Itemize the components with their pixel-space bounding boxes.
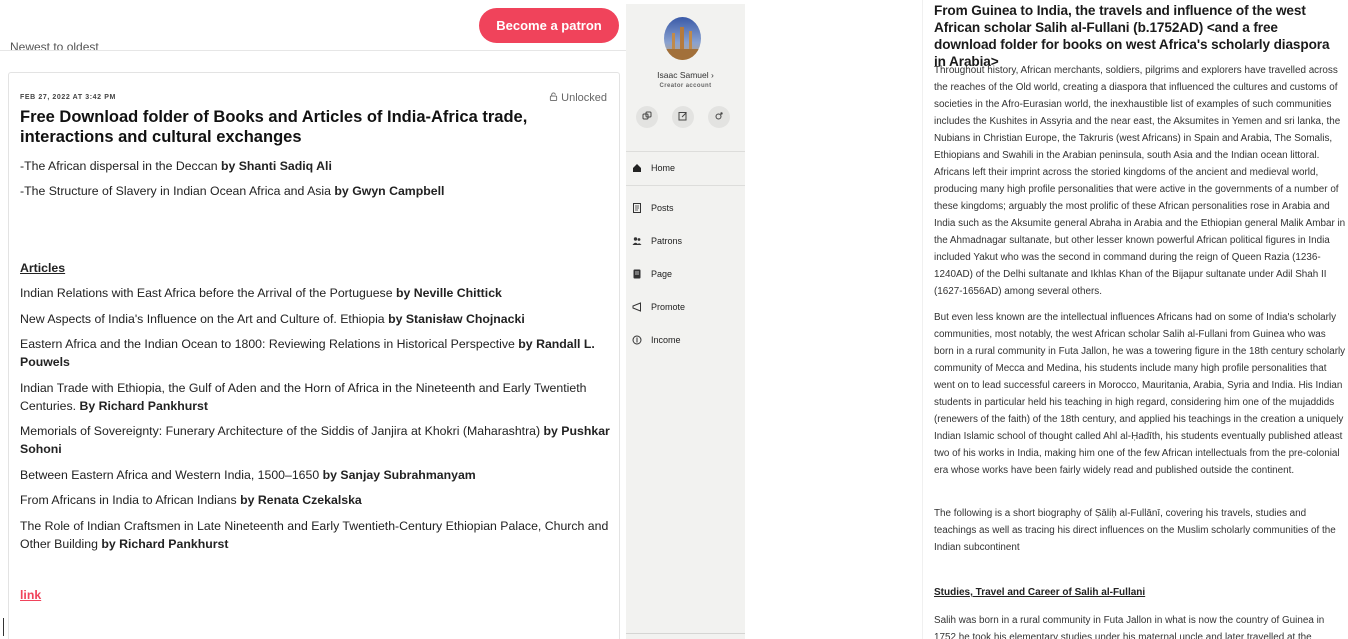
post-panel: Newest to oldest Become a patron FEB 27,… (0, 0, 626, 639)
blank-area (745, 0, 922, 639)
income-icon (631, 335, 642, 346)
avatar[interactable] (664, 17, 701, 60)
sidebar-item-promote[interactable]: Promote (626, 295, 745, 319)
unlock-icon (549, 92, 558, 104)
article-item: New Aspects of India's Influence on the … (20, 312, 525, 326)
sidebar-item-home[interactable]: Home (626, 156, 745, 180)
article-paragraph: Salih was born in a rural community in F… (934, 615, 1325, 639)
article-item: The Role of Indian Craftsmen in Late Nin… (20, 519, 609, 551)
patrons-icon (631, 236, 642, 247)
articles-heading: Articles (20, 261, 66, 275)
article-panel: From Guinea to India, the travels and in… (922, 0, 1348, 639)
book-item: -The Structure of Slavery in Indian Ocea… (20, 184, 445, 198)
top-bar: Newest to oldest Become a patron (0, 0, 626, 51)
unlocked-label: Unlocked (561, 92, 607, 104)
sidebar-item-label: Patrons (651, 236, 683, 246)
sidebar-item-posts[interactable]: Posts (626, 196, 745, 220)
become-patron-button[interactable]: Become a patron (479, 8, 619, 43)
sidebar-item-label: Posts (651, 203, 674, 213)
link-icon (642, 108, 652, 126)
sidebar-item-label: Promote (651, 302, 686, 312)
article-paragraph: But even less known are the intellectual… (934, 312, 1346, 476)
sidebar-divider (626, 185, 745, 186)
sidebar-item-label: Income (651, 335, 681, 345)
creator-name[interactable]: Isaac Samuel › (626, 70, 745, 80)
article-item: From Africans in India to African Indian… (20, 493, 362, 507)
article-item: Eastern Africa and the Indian Ocean to 1… (20, 337, 595, 369)
post-card: FEB 27, 2022 AT 3:42 PM Unlocked Free Do… (8, 72, 620, 639)
unlocked-badge: Unlocked (549, 92, 607, 104)
sidebar-divider (626, 151, 745, 152)
sidebar-item-label: Home (651, 163, 676, 173)
article-item: Memorials of Sovereignty: Funerary Archi… (20, 424, 610, 456)
sidebar-item-label: Page (651, 269, 673, 279)
page-icon (631, 269, 642, 280)
copy-link-button[interactable] (636, 106, 658, 128)
creator-role: Creator account (659, 83, 712, 89)
article-item: Between Eastern Africa and Western India… (20, 468, 476, 482)
book-item: -The African dispersal in the Deccan by … (20, 159, 332, 173)
download-link-row: link (20, 586, 610, 604)
sort-label: Newest to oldest (10, 40, 99, 50)
gear-icon (714, 108, 724, 126)
text-cursor (3, 618, 4, 636)
article-item: Indian Relations with East Africa before… (20, 286, 502, 300)
post-date: FEB 27, 2022 AT 3:42 PM (20, 94, 116, 101)
home-icon (631, 163, 642, 174)
settings-button[interactable] (708, 106, 730, 128)
creator-sidebar: Isaac Samuel › Creator account Home Post… (626, 4, 746, 639)
article-paragraph: Throughout history, African merchants, s… (934, 65, 1346, 297)
sidebar-item-page[interactable]: Page (626, 262, 745, 286)
promote-icon (631, 302, 642, 313)
post-title: Free Download folder of Books and Articl… (20, 108, 528, 146)
sidebar-item-patrons[interactable]: Patrons (626, 229, 745, 253)
section-heading: Studies, Travel and Career of Salih al-F… (934, 587, 1146, 598)
posts-icon (631, 203, 642, 214)
article-title: From Guinea to India, the travels and in… (934, 3, 1330, 69)
article-item: Indian Trade with Ethiopia, the Gulf of … (20, 381, 587, 413)
sidebar-divider (626, 633, 745, 634)
download-link[interactable]: link (20, 588, 41, 602)
sidebar-item-income[interactable]: Income (626, 328, 745, 352)
article-paragraph: The following is a short biography of Ṣā… (934, 508, 1336, 553)
create-post-button[interactable] (672, 106, 694, 128)
edit-icon (678, 108, 688, 126)
